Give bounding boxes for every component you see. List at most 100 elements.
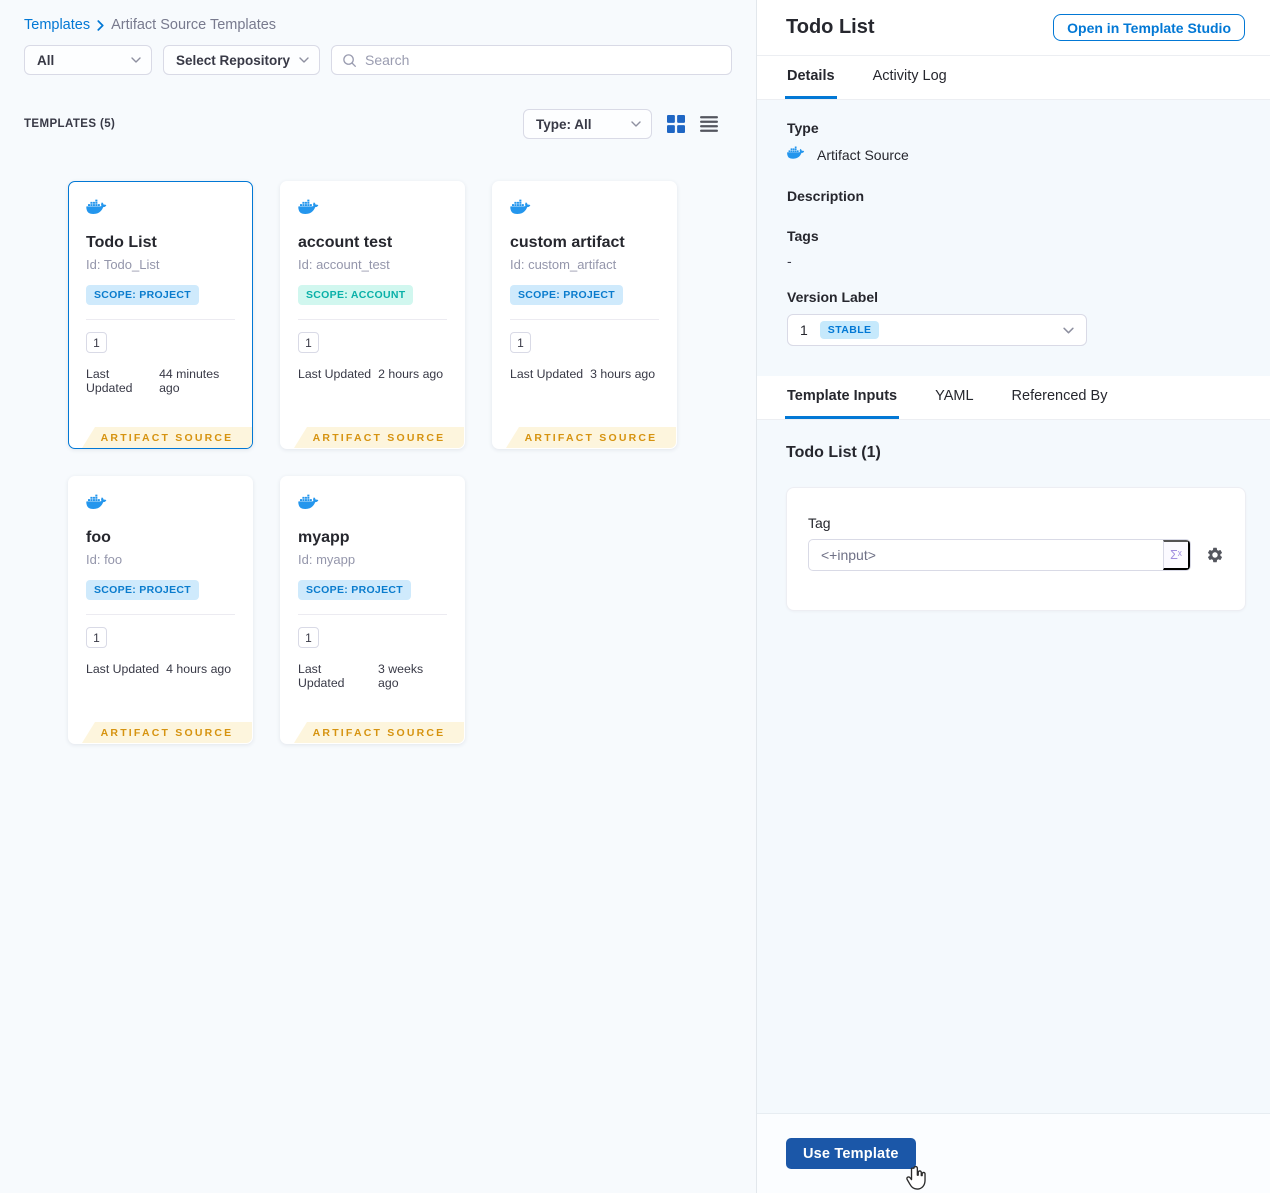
type-filter-dropdown[interactable]: Type: All [523, 109, 652, 139]
last-updated-label: Last Updated [86, 367, 133, 395]
divider [86, 319, 235, 320]
open-in-template-studio-button[interactable]: Open in Template Studio [1053, 14, 1245, 41]
chevron-down-icon [631, 121, 641, 127]
panel-sub-tabs: Template Inputs YAML Referenced By [757, 376, 1270, 420]
tag-input-group: Σˣ [808, 539, 1191, 571]
version-count-badge: 1 [298, 627, 319, 648]
breadcrumb-current: Artifact Source Templates [111, 17, 277, 33]
template-card-custom-artifact[interactable]: custom artifact Id: custom_artifact SCOP… [492, 181, 677, 449]
version-count-badge: 1 [510, 332, 531, 353]
panel-header: Todo List Open in Template Studio [757, 0, 1270, 56]
template-id: Id: Todo_List [86, 257, 160, 272]
chevron-down-icon [131, 57, 141, 63]
version-count-badge: 1 [298, 332, 319, 353]
use-template-button[interactable]: Use Template [786, 1138, 916, 1169]
divider [298, 319, 447, 320]
search-input[interactable] [365, 52, 721, 68]
docker-icon [510, 199, 659, 219]
expression-input-icon[interactable]: Σˣ [1163, 540, 1190, 570]
repository-filter-dropdown[interactable]: Select Repository [163, 45, 320, 75]
artifact-source-ribbon: ARTIFACT SOURCE [294, 427, 464, 448]
template-card-foo[interactable]: foo Id: foo SCOPE: PROJECT 1 Last Update… [68, 476, 253, 744]
type-label: Type [787, 120, 819, 136]
template-card-grid: Todo List Id: Todo_List SCOPE: PROJECT 1… [68, 181, 677, 744]
templates-count-label: TEMPLATES (5) [24, 118, 116, 130]
description-label: Description [787, 188, 865, 204]
repository-filter-value: Select Repository [176, 52, 291, 68]
template-card-todo-list[interactable]: Todo List Id: Todo_List SCOPE: PROJECT 1… [68, 181, 253, 449]
panel-footer: Use Template [757, 1113, 1270, 1193]
last-updated-value: 3 hours ago [590, 367, 656, 381]
version-count-badge: 1 [86, 332, 107, 353]
version-dropdown[interactable]: 1 STABLE [787, 314, 1087, 346]
artifact-source-ribbon: ARTIFACT SOURCE [294, 722, 464, 743]
docker-icon [298, 494, 447, 514]
docker-icon [787, 146, 808, 163]
gear-icon[interactable] [1206, 546, 1224, 564]
template-id: Id: foo [86, 552, 123, 567]
inputs-card: Tag Σˣ [786, 487, 1246, 611]
docker-icon [86, 494, 235, 514]
chevron-down-icon [299, 57, 309, 63]
scope-filter-value: All [37, 52, 55, 68]
scope-badge: SCOPE: PROJECT [510, 285, 623, 305]
details-section: Type Artifact Source Description Tags - … [757, 100, 1270, 376]
docker-icon [298, 199, 447, 219]
template-inputs-section: Todo List (1) Tag Σˣ [757, 420, 1270, 1113]
scope-badge: SCOPE: PROJECT [86, 285, 199, 305]
tab-template-inputs[interactable]: Template Inputs [785, 376, 900, 419]
chevron-right-icon [97, 20, 104, 31]
tag-input[interactable] [809, 540, 1163, 570]
scope-badge: SCOPE: ACCOUNT [298, 285, 414, 305]
search-box [331, 45, 732, 75]
tags-label: Tags [787, 228, 819, 244]
version-count-badge: 1 [86, 627, 107, 648]
template-card-account-test[interactable]: account test Id: account_test SCOPE: ACC… [280, 181, 465, 449]
scope-badge: SCOPE: PROJECT [86, 580, 199, 600]
tab-activity-log[interactable]: Activity Log [871, 56, 949, 99]
docker-icon [86, 199, 235, 219]
template-card-myapp[interactable]: myapp Id: myapp SCOPE: PROJECT 1 Last Up… [280, 476, 465, 744]
inputs-heading: Todo List (1) [786, 444, 881, 461]
template-details-panel: Todo List Open in Template Studio Detail… [756, 0, 1270, 1193]
templates-list-pane: Templates Artifact Source Templates All … [0, 0, 756, 1193]
filter-bar: All Select Repository [24, 45, 732, 75]
template-id: Id: account_test [298, 257, 390, 272]
list-view-button[interactable] [700, 116, 718, 132]
type-value: Artifact Source [817, 146, 909, 163]
scope-filter-dropdown[interactable]: All [24, 45, 152, 75]
artifact-source-ribbon: ARTIFACT SOURCE [506, 427, 676, 448]
last-updated-label: Last Updated [510, 367, 584, 381]
tab-referenced-by[interactable]: Referenced By [1010, 376, 1110, 419]
tab-details[interactable]: Details [785, 56, 837, 99]
stable-badge: STABLE [819, 321, 880, 339]
panel-title: Todo List [786, 16, 875, 38]
template-name: foo [86, 529, 111, 546]
grid-view-button[interactable] [667, 115, 685, 133]
template-name: myapp [298, 529, 350, 546]
panel-tabs: Details Activity Log [757, 56, 1270, 100]
last-updated-label: Last Updated [86, 662, 160, 676]
artifact-source-ribbon: ARTIFACT SOURCE [82, 427, 252, 448]
artifact-source-ribbon: ARTIFACT SOURCE [82, 722, 252, 743]
search-icon [342, 53, 357, 68]
tab-yaml[interactable]: YAML [933, 376, 975, 419]
last-updated-value: 4 hours ago [166, 662, 232, 676]
last-updated-value: 44 minutes ago [159, 367, 220, 395]
template-name: custom artifact [510, 234, 625, 251]
scope-badge: SCOPE: PROJECT [298, 580, 411, 600]
chevron-down-icon [1063, 327, 1074, 334]
breadcrumb: Templates Artifact Source Templates [24, 17, 756, 33]
divider [510, 319, 659, 320]
last-updated-value: 3 weeks ago [378, 662, 424, 690]
tags-value: - [787, 253, 792, 269]
last-updated-label: Last Updated [298, 367, 372, 381]
type-filter-value: Type: All [536, 116, 592, 132]
breadcrumb-templates-link[interactable]: Templates [24, 17, 90, 33]
template-id: Id: myapp [298, 552, 356, 567]
last-updated-value: 2 hours ago [378, 367, 444, 381]
divider [298, 614, 447, 615]
template-id: Id: custom_artifact [510, 257, 617, 272]
last-updated-label: Last Updated [298, 662, 345, 690]
template-name: account test [298, 234, 393, 251]
